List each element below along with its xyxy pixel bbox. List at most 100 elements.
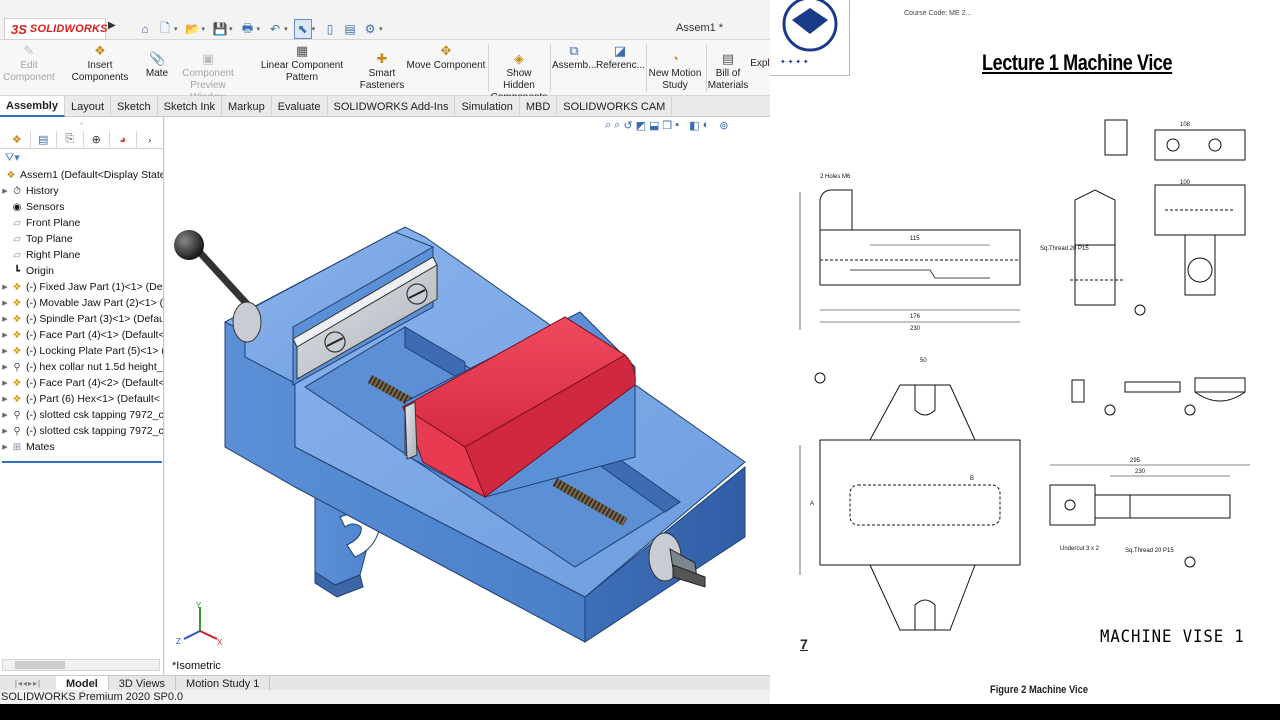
chevron-down-icon[interactable]: ▾ [174,25,178,33]
tree-root-assembly[interactable]: ❖ Assem1 (Default<Display State- [0,167,163,183]
solidworks-logo[interactable]: 3S SOLIDWORKS [4,18,108,40]
tab-3d-views[interactable]: 3D Views [109,676,177,691]
menu-expand-arrow-icon[interactable]: ▶ [108,20,116,31]
file-properties-icon[interactable]: ▤ [341,19,359,39]
tab-markup[interactable]: Markup [222,96,272,117]
logo-text: SOLIDWORKS [29,23,108,35]
chevron-down-icon[interactable]: ▾ [257,25,261,33]
expand-arrow-icon[interactable]: ▶ [0,395,10,403]
expand-arrow-icon[interactable]: ▶ [0,427,10,435]
tab-addins[interactable]: SOLIDWORKS Add-Ins [328,96,456,117]
tree-item[interactable]: ▱ Right Plane [0,247,163,263]
expand-arrow-icon[interactable]: ▶ [0,379,10,387]
configuration-manager-tab-icon[interactable]: ⎘ [57,130,84,149]
tree-item[interactable]: ▶ ❖ (-) Face Part (4)<1> (Default< [0,327,163,343]
tab-layout[interactable]: Layout [65,96,112,117]
assembly-features-button[interactable]: ⧉ Assemb... [552,44,596,72]
tab-simulation[interactable]: Simulation [455,96,520,117]
graphics-viewport[interactable]: ⌕ ⌕ ↺ ◩ ⬓ ❒ ▪ ◧ ◐ ⊚ Y X Z *Isometric [165,117,770,675]
tree-item[interactable]: ▶ ❖ (-) Fixed Jaw Part (1)<1> (Def [0,279,163,295]
expand-arrow-icon[interactable]: ▶ [0,187,10,195]
tree-item[interactable]: ▶ ⏱ History [0,183,163,199]
mate-button[interactable]: 📎 Mate [142,52,172,80]
tree-item[interactable]: ▶ ❖ (-) Spindle Part (3)<1> (Defau [0,311,163,327]
smart-fasteners-button[interactable]: ✚ Smart Fasteners [358,52,406,92]
rollback-bar[interactable] [2,461,162,463]
tree-item[interactable]: ◉ Sensors [0,199,163,215]
expand-arrow-icon[interactable]: ▶ [0,331,10,339]
home-icon[interactable]: ⌂ [136,19,154,39]
save-icon[interactable]: 💾 [211,19,229,39]
select-cursor-icon[interactable]: ⬉ [293,19,312,39]
chevron-down-icon[interactable]: ▾ [202,25,206,33]
exploded-view-label: Expl [750,58,770,69]
tree-item[interactable]: ▱ Top Plane [0,231,163,247]
rebuild-icon[interactable]: ▯ [321,19,339,39]
chevron-down-icon[interactable]: ▾ [379,25,383,33]
bill-of-materials-label: Bill of Materials [707,68,749,91]
tab-model[interactable]: Model [56,676,109,691]
tree-item[interactable]: ▶ ⊞ Mates [0,439,163,455]
new-motion-study-button[interactable]: ◔ New Motion Study [646,52,704,92]
tree-item[interactable]: ┗ Origin [0,263,163,279]
tree-item[interactable]: ▶ ❖ (-) Locking Plate Part (5)<1> ( [0,343,163,359]
insert-components-button[interactable]: ❖ Insert Components [58,44,142,84]
assembly-features-icon: ⧉ [569,43,579,58]
tree-item[interactable]: ▶ ⚲ (-) slotted csk tapping 7972_c [0,423,163,439]
tab-sketch[interactable]: Sketch [111,96,158,117]
tab-sketch-ink[interactable]: Sketch Ink [158,96,223,117]
panel-collapse-handle-icon[interactable]: ◦ [0,117,163,131]
scrollbar-thumb[interactable] [15,661,65,669]
tree-item[interactable]: ▱ Front Plane [0,215,163,231]
tree-item[interactable]: ▶ ⚲ (-) slotted csk tapping 7972_c [0,407,163,423]
tab-scroll-arrows-icon[interactable]: |◂◂▸▸| [0,676,56,690]
expand-arrow-icon[interactable]: ▶ [0,283,10,291]
expand-arrow-icon[interactable]: ▶ [0,363,10,371]
undo-icon[interactable]: ↶ [266,19,284,39]
panel-more-arrow-icon[interactable]: › [137,131,163,149]
quick-access-toolbar: ⌂ 🗋 ▾ 📂 ▾ 💾 ▾ 🖶 ▾ ↶ ▾ ⬉ ▾ ▯ ▤ ⚙ ▾ [136,18,387,40]
bill-of-materials-button[interactable]: ▤ Bill of Materials [706,52,750,92]
tab-evaluate[interactable]: Evaluate [272,96,328,117]
expand-arrow-icon[interactable]: ▶ [0,347,10,355]
linear-pattern-button[interactable]: ▦ Linear Component Pattern [244,44,360,84]
tab-mbd[interactable]: MBD [520,96,558,117]
display-manager-tab-icon[interactable]: ◕ [110,130,137,149]
svg-text:2 Holes M6: 2 Holes M6 [820,174,851,180]
property-manager-tab-icon[interactable]: ▤ [31,130,57,149]
svg-text:Undercut 3 x 2: Undercut 3 x 2 [1060,546,1100,552]
new-document-icon[interactable]: 🗋 [156,19,174,39]
svg-text:✦ ✦ ✦ ✦: ✦ ✦ ✦ ✦ [780,58,809,66]
open-folder-icon[interactable]: 📂 [184,19,202,39]
edit-component-button[interactable]: ✎ Edit Component [2,44,56,84]
feature-tree-tab-icon[interactable]: ❖ [4,130,31,149]
tab-solidworks-cam[interactable]: SOLIDWORKS CAM [557,96,673,117]
svg-text:Sq.Thread 20 P15: Sq.Thread 20 P15 [1125,548,1174,554]
tree-item[interactable]: ▶ ⚲ (-) hex collar nut 1.5d height_ [0,359,163,375]
expand-arrow-icon[interactable]: ▶ [0,315,10,323]
chevron-down-icon[interactable]: ▾ [312,25,316,33]
exploded-view-button[interactable]: Expl [750,58,770,70]
print-icon[interactable]: 🖶 [239,19,257,39]
expand-arrow-icon[interactable]: ▶ [0,411,10,419]
filter-icon[interactable]: ⛛▾ [0,149,163,167]
tree-item[interactable]: ▶ ❖ (-) Movable Jaw Part (2)<1> ( [0,295,163,311]
vise-3d-model[interactable] [165,117,770,657]
expand-arrow-icon[interactable]: ▶ [0,443,10,451]
expand-arrow-icon[interactable]: ▶ [0,299,10,307]
chevron-down-icon[interactable]: ▾ [284,25,288,33]
reference-geometry-button[interactable]: ◪ Referenc... [596,44,645,72]
move-component-button[interactable]: ✥ Move Component [406,44,486,72]
bottom-tabs: |◂◂▸▸| Model 3D Views Motion Study 1 [0,675,770,691]
options-gear-icon[interactable]: ⚙ [361,19,379,39]
tree-item[interactable]: ▶ ❖ (-) Face Part (4)<2> (Default< [0,375,163,391]
tree-horizontal-scrollbar[interactable] [2,659,160,671]
dimxpert-tab-icon[interactable]: ⊕ [84,130,110,149]
lecture-title: Lecture 1 Machine Vice [982,50,1173,75]
bolt-icon: ⚲ [13,409,21,421]
tab-assembly[interactable]: Assembly [0,96,65,117]
chevron-down-icon[interactable]: ▾ [229,25,233,33]
tree-item[interactable]: ▶ ❖ (-) Part (6) Hex<1> (Default< [0,391,163,407]
tab-motion-study[interactable]: Motion Study 1 [176,676,271,691]
tree-items: ▶ ⏱ History ◉ Sensors ▱ Front Plane ▱ Top Plane ▱… [0,183,163,455]
